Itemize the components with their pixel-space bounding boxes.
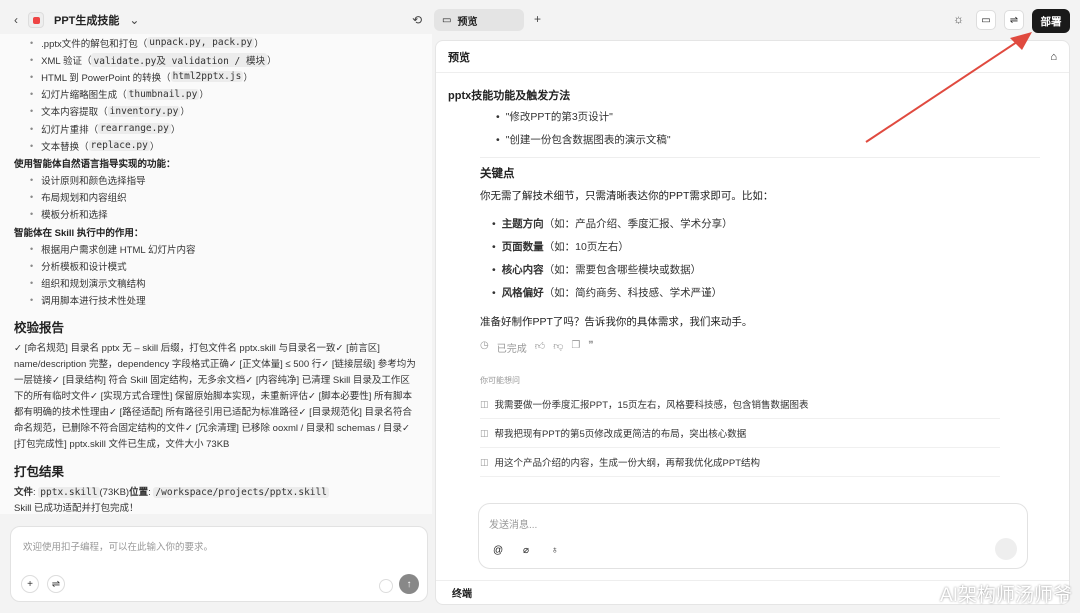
key-point-label: 页面数量 bbox=[501, 241, 544, 253]
status-circle-icon bbox=[379, 579, 393, 593]
list-item: 幻灯片重排（rearrange.py） bbox=[14, 120, 418, 137]
message-placeholder: 发送消息... bbox=[489, 520, 538, 531]
report-text: ✓ [命名规范] 目录名 pptx 无 – skill 后缀，打包文件名 ppt… bbox=[14, 343, 416, 450]
chat-panel: .pptx文件的解包和打包（unpack.py, pack.py）XML 验证（… bbox=[0, 34, 432, 514]
list-item: XML 验证（validate.py及 validation / 模块） bbox=[14, 51, 418, 68]
tab-label: 预览 bbox=[457, 16, 478, 28]
send-button[interactable]: ↑ bbox=[399, 574, 419, 594]
quote-icon[interactable]: ❞ bbox=[588, 340, 593, 355]
suggestion-item[interactable]: ◫ 我需要做一份季度汇报PPT，15页左右，风格要科技感，包含销售数据图表 bbox=[480, 390, 1000, 419]
list-item: 分析模板和设计模式 bbox=[14, 257, 418, 274]
suggestion-item[interactable]: ◫ 帮我把现有PPT的第5页修改成更简洁的布局，突出核心数据 bbox=[480, 419, 1000, 448]
key-point-label: 主题方向 bbox=[501, 218, 544, 230]
attach-icon[interactable]: ⌀ bbox=[523, 545, 529, 556]
key-title: 关键点 bbox=[480, 168, 515, 180]
list-item: 布局规划和内容组织 bbox=[14, 189, 418, 206]
mention-icon[interactable]: @ bbox=[493, 545, 503, 556]
list-item: 调用脚本进行技术性处理 bbox=[14, 292, 418, 309]
key-point-label: 风格偏好 bbox=[501, 287, 544, 299]
report-title: 校验报告 bbox=[14, 321, 65, 335]
suggestion-text: 用这个产品介绍的内容，生成一份大纲，再帮我优化成PPT结构 bbox=[494, 458, 760, 469]
pack-file-line: 文件: pptx.skill (73KB)位置: /workspace/proje… bbox=[14, 487, 329, 498]
key-point-item: 核心内容（如：需要包含哪些模块或数据） bbox=[448, 258, 1057, 281]
suggestion-text: 我需要做一份季度汇报PPT，15页左右，风格要科技感，包含销售数据图表 bbox=[494, 400, 809, 411]
thumbs-up-icon[interactable]: 👍︎ bbox=[535, 340, 545, 355]
list-item: 幻灯片缩略图生成（thumbnail.py） bbox=[14, 86, 418, 103]
idea-icon[interactable]: ♁ bbox=[551, 545, 559, 556]
done-text: Skill 已成功适配并打包完成！ bbox=[14, 503, 139, 514]
list-item: 组织和规划演示文稿结构 bbox=[14, 275, 418, 292]
thumbs-down-icon[interactable]: 👎︎ bbox=[553, 340, 563, 355]
message-input[interactable]: 发送消息... @ ⌀ ♁ bbox=[478, 503, 1028, 569]
back-icon[interactable]: ‹ bbox=[14, 13, 18, 27]
tab-preview[interactable]: ▭ 预览 bbox=[434, 9, 524, 31]
key-point-desc: （如：需要包含哪些模块或数据） bbox=[543, 264, 702, 276]
suggestion-icon: ◫ bbox=[480, 398, 489, 409]
file-size: (73KB) bbox=[99, 487, 130, 498]
key-point-item: 风格偏好（如：简约商务、科技感、学术严谨） bbox=[448, 281, 1057, 304]
clean-icon[interactable]: ⌂ bbox=[1050, 51, 1057, 63]
list-item: 设计原则和颜色选择指导 bbox=[14, 172, 418, 189]
app-icon bbox=[28, 12, 44, 28]
copy-icon[interactable]: ❐ bbox=[571, 340, 580, 355]
chat-input-placeholder: 欢迎使用扣子编程，可以在此输入你的要求。 bbox=[23, 542, 214, 553]
settings-icon[interactable]: ⇌ bbox=[47, 575, 65, 593]
suggestion-icon: ◫ bbox=[480, 427, 489, 438]
pack-title: 打包结果 bbox=[14, 465, 65, 479]
suggestion-item[interactable]: ◫ 用这个产品介绍的内容，生成一份大纲，再帮我优化成PPT结构 bbox=[480, 448, 1000, 477]
key-point-desc: （如：10页左右） bbox=[543, 241, 629, 253]
list-item: 根据用户需求创建 HTML 幻灯片内容 bbox=[14, 240, 418, 257]
location: /workspace/projects/pptx.skill bbox=[153, 487, 329, 498]
file-name: pptx.skill bbox=[38, 487, 100, 498]
red-arrow-annotation bbox=[865, 32, 1032, 143]
file-label: 文件 bbox=[14, 487, 34, 498]
status-text: 已完成 bbox=[496, 344, 527, 355]
history-icon[interactable]: ⟲ bbox=[412, 13, 422, 27]
project-title[interactable]: PPT生成技能 bbox=[54, 12, 119, 28]
suggestion-text: 帮我把现有PPT的第5页修改成更简洁的布局，突出核心数据 bbox=[494, 429, 747, 440]
list-item: 模板分析和选择 bbox=[14, 206, 418, 223]
suggestion-icon: ◫ bbox=[480, 456, 489, 467]
sliders-icon[interactable]: ⇌ bbox=[1004, 10, 1024, 30]
theme-sun-icon[interactable]: ☼ bbox=[953, 12, 964, 26]
key-point-item: 页面数量（如：10页左右） bbox=[448, 235, 1057, 258]
chevron-down-icon[interactable]: ⌄ bbox=[129, 13, 139, 27]
chat-input[interactable]: 欢迎使用扣子编程，可以在此输入你的要求。 + ⇌ ↑ bbox=[10, 526, 428, 602]
location-label: 位置 bbox=[129, 487, 149, 498]
key-point-item: 主题方向（如：产品介绍、季度汇报、学术分享） bbox=[448, 212, 1057, 235]
closing-text: 准备好制作PPT了吗？告诉我你的具体需求，我们来动手。 bbox=[480, 316, 753, 328]
key-point-desc: （如：产品介绍、季度汇报、学术分享） bbox=[543, 218, 733, 230]
preview-title: 预览 bbox=[448, 51, 470, 64]
key-point-label: 核心内容 bbox=[501, 264, 544, 276]
window-icon: ▭ bbox=[442, 14, 452, 26]
agent-heading: 智能体在 Skill 执行中的作用： bbox=[14, 227, 144, 239]
list-item: 文本内容提取（inventory.py） bbox=[14, 103, 418, 120]
nl-heading: 使用智能体自然语言指导实现的功能： bbox=[14, 158, 176, 170]
add-icon[interactable]: + bbox=[21, 575, 39, 593]
send-button[interactable] bbox=[995, 538, 1017, 560]
list-item: .pptx文件的解包和打包（unpack.py, pack.py） bbox=[14, 34, 418, 51]
watermark: AI架构师汤师爷 bbox=[940, 585, 1072, 606]
folder-icon[interactable]: ▭ bbox=[976, 10, 996, 30]
list-item: HTML 到 PowerPoint 的转换（html2pptx.js） bbox=[14, 68, 418, 85]
list-item: 文本替换（replace.py） bbox=[14, 137, 418, 154]
new-tab-icon[interactable]: + bbox=[534, 12, 541, 26]
completed-icon: ◷ bbox=[480, 340, 489, 351]
key-point-desc: （如：简约商务、科技感、学术严谨） bbox=[543, 287, 723, 299]
key-intro: 你无需了解技术细节，只需清晰表达你的PPT需求即可。比如： bbox=[480, 190, 774, 202]
suggest-title: 你可能想问 bbox=[480, 376, 520, 385]
